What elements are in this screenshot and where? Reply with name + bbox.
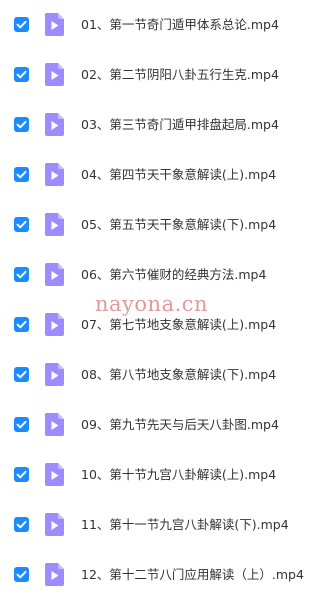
file-row[interactable]: 10、第十节九宫八卦解读(上).mp4	[0, 450, 326, 500]
video-file-icon	[45, 213, 64, 236]
video-file-icon	[45, 363, 64, 386]
file-row[interactable]: 12、第十二节八门应用解读（上）.mp4	[0, 550, 326, 600]
video-file-icon	[45, 313, 64, 336]
file-row[interactable]: 08、第八节地支象意解读(下).mp4	[0, 350, 326, 400]
video-file-icon	[45, 463, 64, 486]
watermark: nayona.cn	[95, 292, 209, 316]
video-file-icon	[45, 163, 64, 186]
checkbox-checked[interactable]	[14, 217, 29, 232]
checkbox-checked[interactable]	[14, 317, 29, 332]
video-file-icon	[45, 63, 64, 86]
file-name[interactable]: 11、第十一节九宫八卦解读(下).mp4	[81, 515, 289, 535]
file-name[interactable]: 02、第二节阴阳八卦五行生克.mp4	[81, 65, 279, 85]
file-name[interactable]: 12、第十二节八门应用解读（上）.mp4	[81, 565, 304, 585]
checkbox-checked[interactable]	[14, 267, 29, 282]
file-row[interactable]: 09、第九节先天与后天八卦图.mp4	[0, 400, 326, 450]
video-file-icon	[45, 413, 64, 436]
checkbox-checked[interactable]	[14, 167, 29, 182]
checkbox-checked[interactable]	[14, 67, 29, 82]
video-file-icon	[45, 263, 64, 286]
file-name[interactable]: 04、第四节天干象意解读(上).mp4	[81, 165, 276, 185]
video-file-icon	[45, 113, 64, 136]
file-row[interactable]: 11、第十一节九宫八卦解读(下).mp4	[0, 500, 326, 550]
file-name[interactable]: 10、第十节九宫八卦解读(上).mp4	[81, 465, 276, 485]
file-name[interactable]: 03、第三节奇门遁甲排盘起局.mp4	[81, 115, 279, 135]
checkbox-checked[interactable]	[14, 467, 29, 482]
checkbox-checked[interactable]	[14, 17, 29, 32]
file-row[interactable]: 04、第四节天干象意解读(上).mp4	[0, 150, 326, 200]
checkbox-checked[interactable]	[14, 517, 29, 532]
file-row[interactable]: 05、第五节天干象意解读(下).mp4	[0, 200, 326, 250]
video-file-icon	[45, 13, 64, 36]
video-file-icon	[45, 513, 64, 536]
file-name[interactable]: 08、第八节地支象意解读(下).mp4	[81, 365, 276, 385]
file-name[interactable]: 06、第六节催财的经典方法.mp4	[81, 265, 266, 285]
checkbox-checked[interactable]	[14, 117, 29, 132]
file-row[interactable]: 01、第一节奇门遁甲体系总论.mp4	[0, 0, 326, 50]
checkbox-checked[interactable]	[14, 567, 29, 582]
checkbox-checked[interactable]	[14, 367, 29, 382]
file-name[interactable]: 05、第五节天干象意解读(下).mp4	[81, 215, 276, 235]
file-name[interactable]: 07、第七节地支象意解读(上).mp4	[81, 315, 276, 335]
file-name[interactable]: 09、第九节先天与后天八卦图.mp4	[81, 415, 279, 435]
file-row[interactable]: 03、第三节奇门遁甲排盘起局.mp4	[0, 100, 326, 150]
file-name[interactable]: 01、第一节奇门遁甲体系总论.mp4	[81, 15, 279, 35]
file-row[interactable]: 02、第二节阴阳八卦五行生克.mp4	[0, 50, 326, 100]
video-file-icon	[45, 563, 64, 586]
checkbox-checked[interactable]	[14, 417, 29, 432]
